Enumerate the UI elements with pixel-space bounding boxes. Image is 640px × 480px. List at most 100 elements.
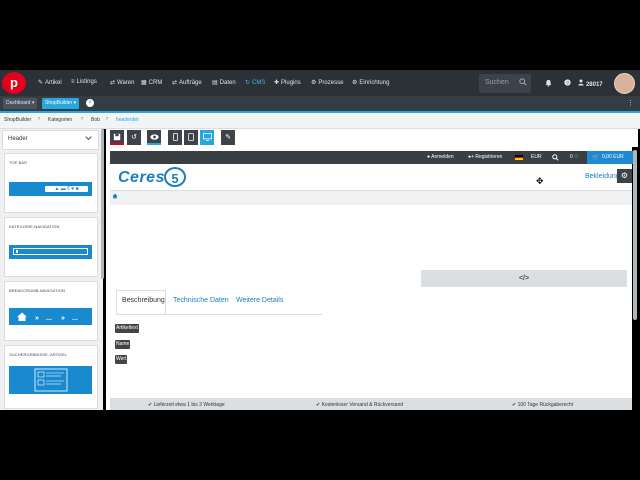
tab-underline [116, 314, 322, 315]
nav-label: Prozesse [318, 80, 344, 86]
undo-icon[interactable]: ↺ [127, 130, 141, 145]
german-flag-icon[interactable] [515, 155, 523, 160]
ceres-logo-number: 5 [164, 167, 186, 187]
top-bar-thumbnail: ▲ ▬ € ♥ ■ [9, 182, 92, 196]
tab-weitere-details[interactable]: Weitere Details [236, 297, 283, 304]
search-input[interactable]: Suchen [479, 74, 531, 93]
tab-dashboard[interactable]: Dashboard ▾ [3, 98, 38, 109]
save-icon[interactable] [110, 130, 124, 145]
cart-total: 0,00 EUR [602, 154, 624, 160]
plugin-icon: ✚ [274, 80, 280, 86]
edit-pen-icon[interactable]: ✎ [221, 130, 235, 145]
nav-label: Listings [76, 79, 97, 85]
wishlist-count: 0 [570, 154, 573, 160]
code-widget-placeholder[interactable]: </> [421, 270, 627, 287]
nav-item-daten[interactable]: ▤ Daten [212, 79, 236, 89]
svg-text:...: ... [72, 315, 78, 322]
nav-label: Daten [219, 80, 236, 86]
widget-settings-gear-icon[interactable]: ⚙ [617, 169, 632, 183]
nav-item-listings[interactable]: ≡ Listings [71, 79, 97, 89]
cart-button[interactable]: 🛒 0,00 EUR [587, 151, 637, 164]
close-tab-icon[interactable]: × [86, 99, 94, 107]
tab-technische-daten[interactable]: Technische Daten [173, 297, 229, 304]
search-placeholder: Suchen [485, 79, 509, 86]
widget-card-suchergebnisse-artikel[interactable]: SUCHERGEBNISSE: ARTIKEL [4, 345, 98, 409]
label-artikeltext: Artikeltext [115, 324, 139, 333]
preview-eye-icon[interactable] [147, 130, 161, 145]
crm-icon: ▦ [141, 80, 147, 86]
heart-icon: ♡ [574, 154, 579, 160]
cms-icon: ↻ [245, 80, 251, 86]
mobile-view-icon[interactable] [168, 130, 182, 145]
desktop-view-icon[interactable] [200, 130, 214, 145]
breadcrumb-bob[interactable]: Bob [91, 117, 100, 123]
nav-item-waren[interactable]: ⇄ Waren [110, 79, 134, 89]
widget-card-breadcrumb-navigation[interactable]: BREADCRUMB-NAVIGATION » ... » ... [4, 281, 98, 341]
add-user-icon: ●+ [468, 154, 474, 160]
nav-item-prozesse[interactable]: ⚙ Prozesse [311, 79, 343, 89]
nav-label: CMS [252, 80, 266, 86]
widget-card-title: BREADCRUMB-NAVIGATION [9, 288, 65, 293]
tab-shopbuilder[interactable]: ShopBuilder ▾ [42, 98, 80, 109]
breadcrumb-shopbuilder[interactable]: ShopBuilder [4, 117, 31, 123]
svg-text:...: ... [46, 315, 52, 322]
data-icon: ▤ [212, 80, 218, 86]
widget-category-select[interactable]: Header [2, 130, 99, 150]
usp-return: ✔ 100 Tage Rückgaberecht [512, 402, 574, 408]
nav-item-plugins[interactable]: ✚ Plugins [274, 79, 301, 89]
search-icon[interactable] [552, 154, 559, 163]
nav-label: CRM [148, 80, 163, 86]
bell-icon[interactable] [545, 79, 552, 89]
label-name: Name [115, 340, 131, 349]
usp-free-shipping: ✔ Kostenloser Versand & Rückversand [316, 402, 404, 408]
tab-beschreibung[interactable]: Beschreibung [122, 297, 165, 304]
search-icon [519, 78, 527, 88]
more-options-icon[interactable]: ⋮ [627, 99, 634, 107]
category-link-bekleidung[interactable]: Bekleidung [585, 173, 620, 180]
wishlist-link[interactable]: 0 ♡ [570, 154, 579, 160]
nav-item-auftraege[interactable]: ⇄ Aufträge [172, 79, 202, 89]
search-results-thumbnail [9, 366, 92, 394]
move-cursor-icon: ✥ [536, 176, 544, 186]
nav-item-crm[interactable]: ▦ CRM [141, 79, 162, 89]
avatar[interactable] [614, 73, 635, 94]
ceres-logo-text[interactable]: Ceres [118, 169, 165, 187]
widget-card-kategorie-navigation[interactable]: KATEGORIE-NAVIGATION [4, 217, 98, 277]
login-link[interactable]: ● Anmelden [427, 154, 454, 160]
breadcrumb-thumbnail: » ... » ... [9, 308, 92, 325]
user-menu[interactable]: 28017 [578, 79, 603, 88]
svg-text:?: ? [566, 80, 569, 86]
preview-scrollbar[interactable] [633, 150, 637, 320]
chevron-down-icon [85, 135, 92, 143]
help-icon[interactable]: ? [564, 79, 571, 88]
nav-item-artikel[interactable]: ✎ Artikel [38, 79, 62, 89]
svg-text:»: » [35, 315, 39, 322]
currency-select[interactable]: EUR [531, 154, 542, 160]
tablet-view-icon[interactable] [184, 130, 198, 145]
label-wert: Wert [115, 355, 128, 364]
sidebar-scrollbar[interactable] [101, 129, 104, 279]
chevron-right-icon: › [106, 116, 108, 122]
widget-card-title: TOP BAR [9, 160, 28, 165]
login-text: Anmelden [431, 154, 454, 160]
chevron-right-icon: › [81, 116, 83, 122]
register-link[interactable]: ●+ Registrieren [468, 154, 502, 160]
list-icon: ≡ [71, 79, 75, 85]
nav-item-einrichtung[interactable]: ⚙ Einrichtung [352, 79, 389, 89]
svg-text:»: » [61, 315, 65, 322]
breadcrumb-kategorien[interactable]: Kategorien [48, 117, 72, 123]
user-icon [578, 79, 586, 88]
nav-label: Plugins [281, 80, 301, 86]
nav-item-cms[interactable]: ↻ CMS [245, 79, 265, 89]
widget-card-title: SUCHERGEBNISSE: ARTIKEL [9, 352, 68, 357]
orders-icon: ⇄ [172, 80, 178, 86]
exchange-icon: ⇄ [110, 80, 116, 86]
gear-icon: ⚙ [352, 80, 358, 86]
shop-breadcrumb-row [110, 190, 632, 205]
plentymarkets-logo[interactable]: p [2, 72, 26, 94]
cart-icon: 🛒 [592, 155, 600, 161]
usp-delivery: ✔ Lieferzeit etwa 1 bis 3 Werktage [148, 402, 225, 408]
home-icon[interactable] [112, 193, 118, 201]
top-bar-thumbnail-icons: ▲ ▬ € ♥ ■ [45, 186, 88, 192]
widget-card-top-bar[interactable]: TOP BAR ▲ ▬ € ♥ ■ [4, 153, 98, 213]
